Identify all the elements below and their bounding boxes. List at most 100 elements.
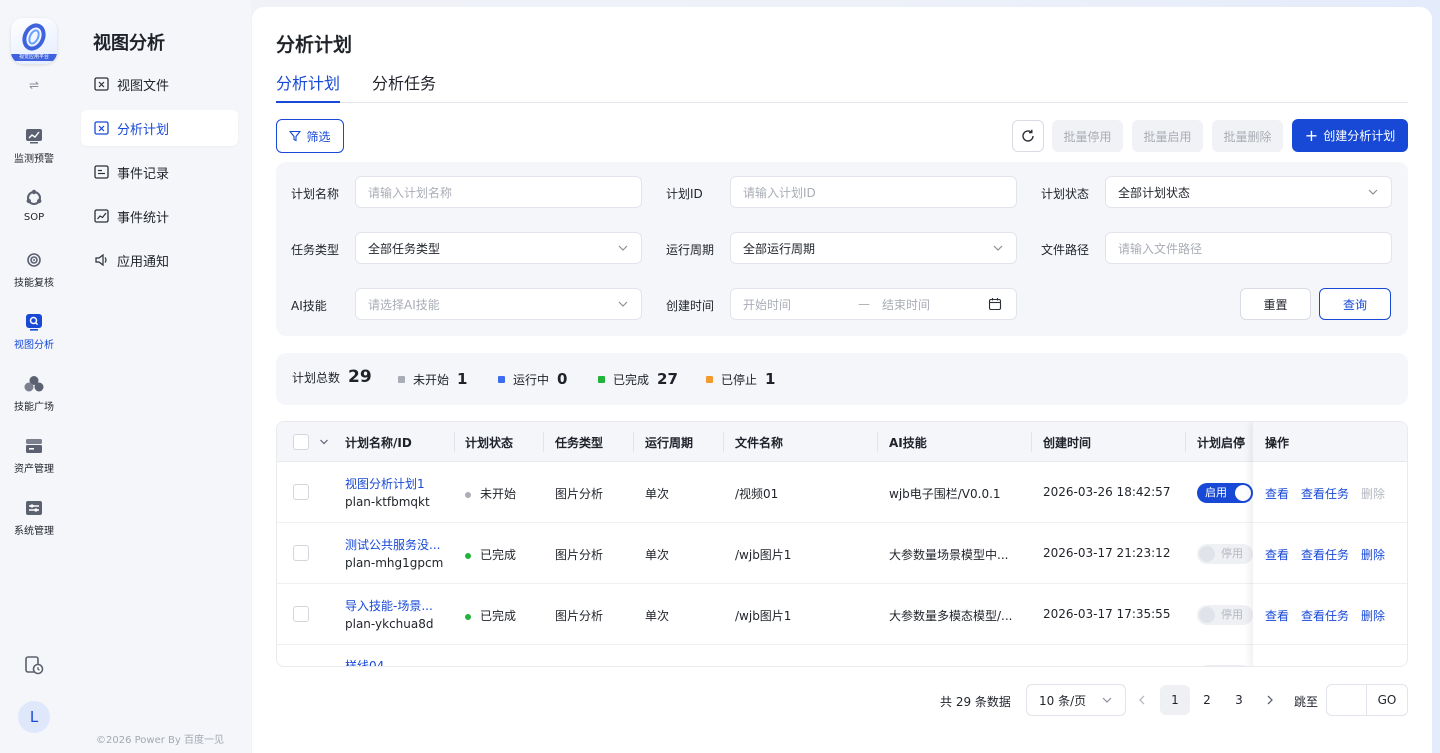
column-divider	[633, 432, 634, 452]
plan-name-link[interactable]: 导入技能-场景...	[345, 597, 433, 614]
delete-link[interactable]: 删除	[1361, 546, 1385, 563]
plan-name-link[interactable]: 样线04	[345, 657, 384, 666]
plan-toggle[interactable]: 停用	[1197, 544, 1253, 564]
col-operations: 操作	[1265, 436, 1290, 450]
stat-value: 1	[765, 370, 776, 388]
chevron-down-icon	[1368, 189, 1378, 195]
subnav-item-event-records[interactable]: 事件记录	[81, 154, 238, 190]
plan-toggle[interactable]	[1197, 665, 1253, 666]
col-toggle: 计划启停	[1197, 436, 1246, 450]
subnav-item-app-notify[interactable]: 应用通知	[81, 242, 238, 278]
page-size-select[interactable]: 10 条/页	[1026, 684, 1126, 716]
rail-item-view-analysis[interactable]: 视图分析	[0, 312, 68, 362]
delete-link[interactable]: 删除	[1361, 607, 1385, 624]
jump-page-input[interactable]	[1327, 685, 1367, 715]
tab-analysis-plan[interactable]: 分析计划	[276, 70, 341, 103]
plan-status: 未开始	[465, 485, 516, 502]
filter-button[interactable]: 筛选	[276, 119, 344, 153]
plan-name-link[interactable]: 视图分析计划1	[345, 475, 425, 492]
run-cycle-select[interactable]: 全部运行周期	[730, 232, 1017, 264]
ai-skill: 大参数量多模态模型/...	[889, 609, 1013, 623]
reset-button[interactable]: 重置	[1240, 288, 1311, 320]
chevron-down-icon	[1102, 697, 1112, 703]
ai-skill-select[interactable]: 请选择AI技能	[355, 288, 642, 320]
stat-label: 未开始	[413, 372, 450, 387]
refresh-button[interactable]	[1012, 120, 1044, 152]
subnav-item-view-files[interactable]: 视图文件	[81, 66, 238, 102]
row-checkbox[interactable]	[293, 606, 309, 622]
table-row: 测试公共服务没... plan-mhg1gpcm 已完成 图片分析 单次 /wj…	[277, 523, 1407, 584]
row-checkbox[interactable]	[293, 484, 309, 500]
create-plan-button[interactable]: + 创建分析计划	[1292, 119, 1408, 152]
tab-analysis-task[interactable]: 分析任务	[372, 70, 436, 103]
subnav-item-label: 事件统计	[117, 210, 170, 226]
status-dot	[598, 375, 605, 383]
view-tasks-link[interactable]: 查看任务	[1301, 485, 1349, 502]
status-dot	[465, 613, 471, 620]
batch-enable-button[interactable]: 批量启用	[1132, 120, 1203, 152]
row-checkbox[interactable]	[293, 545, 309, 561]
stat-total-value: 29	[348, 367, 372, 387]
view-tasks-link[interactable]: 查看任务	[1301, 607, 1349, 624]
collapse-toggle-icon[interactable]: ⇌	[26, 78, 42, 92]
speaker-icon	[93, 252, 109, 268]
ops-cell: 查看 查看任务 删除	[1253, 584, 1407, 645]
plan-name-input[interactable]: 请输入计划名称	[355, 176, 642, 208]
rail-item-skill-plaza[interactable]: 技能广场	[0, 374, 68, 424]
app-logo[interactable]: 视觉应用平台	[11, 18, 57, 64]
go-button[interactable]: GO	[1367, 693, 1407, 707]
subnav-item-label: 事件记录	[117, 166, 170, 182]
select-all-checkbox[interactable]	[293, 434, 309, 450]
plan-toggle[interactable]: 启用	[1197, 483, 1253, 503]
page-1-button[interactable]: 1	[1160, 685, 1190, 715]
ai-skill-placeholder: 请选择AI技能	[368, 297, 440, 312]
plan-name-link[interactable]: 测试公共服务没...	[345, 536, 440, 553]
task-type-select[interactable]: 全部任务类型	[355, 232, 642, 264]
query-button[interactable]: 查询	[1319, 288, 1391, 320]
rail-item-skill-review[interactable]: 技能复核	[0, 250, 68, 300]
rail-item-label: SOP	[23, 212, 45, 223]
created-time-range[interactable]: 开始时间 — 结束时间	[730, 288, 1017, 320]
column-divider	[543, 432, 544, 452]
page-2-button[interactable]: 2	[1192, 685, 1222, 715]
delete-link[interactable]: 删除	[1361, 485, 1385, 502]
page-3-button[interactable]: 3	[1224, 685, 1254, 715]
ops-cell: 查看 查看任务 删除	[1253, 523, 1407, 584]
prev-page-icon[interactable]	[1136, 694, 1148, 706]
plan-toggle[interactable]: 停用	[1197, 605, 1253, 625]
chevron-down-icon	[993, 245, 1003, 251]
stat-total-label: 计划总数	[292, 370, 341, 385]
jump-label: 跳至	[1294, 695, 1319, 709]
view-tasks-link[interactable]: 查看任务	[1301, 546, 1349, 563]
next-page-icon[interactable]	[1264, 694, 1276, 706]
subnav-item-analysis-plan[interactable]: 分析计划	[81, 110, 238, 146]
batch-delete-button[interactable]: 批量删除	[1212, 120, 1283, 152]
plan-status-select[interactable]: 全部计划状态	[1105, 176, 1392, 208]
rail-item-monitor[interactable]: 监测预警	[0, 126, 68, 176]
view-link[interactable]: 查看	[1265, 485, 1289, 502]
chevron-down-icon[interactable]	[319, 437, 329, 447]
rail-item-label: 视图分析	[14, 340, 54, 351]
plan-id-input[interactable]: 请输入计划ID	[730, 176, 1017, 208]
subnav-item-event-stats[interactable]: 事件统计	[81, 198, 238, 234]
ai-skill-label: AI技能	[291, 299, 327, 313]
status-dot	[465, 491, 471, 498]
rail-item-label: 技能复核	[14, 278, 54, 289]
stats-icon	[93, 208, 109, 224]
sop-icon	[24, 188, 44, 208]
view-link[interactable]: 查看	[1265, 546, 1289, 563]
plan-status-text: 已完成	[480, 609, 517, 623]
batch-disable-button[interactable]: 批量停用	[1052, 120, 1123, 152]
toggle-label: 停用	[1221, 547, 1243, 560]
plan-status: 已完成	[465, 546, 516, 563]
rail-item-system[interactable]: 系统管理	[0, 498, 68, 548]
rail-item-assets[interactable]: 资产管理	[0, 436, 68, 486]
task-history-icon[interactable]	[24, 655, 44, 675]
page-title: 分析计划	[276, 34, 353, 56]
rail-item-sop[interactable]: SOP	[0, 188, 68, 238]
plan-id: plan-mhg1gpcm	[345, 556, 444, 570]
file-path-input[interactable]: 请输入文件路径	[1105, 232, 1392, 264]
avatar[interactable]: L	[18, 701, 50, 733]
subnav-item-label: 分析计划	[117, 122, 170, 138]
view-link[interactable]: 查看	[1265, 607, 1289, 624]
